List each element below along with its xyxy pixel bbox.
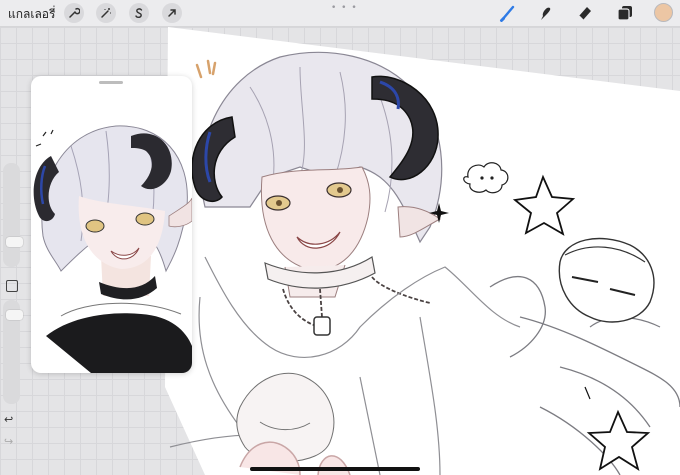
opacity-knob[interactable] [6, 310, 23, 320]
brush-size-slider[interactable] [3, 163, 23, 267]
smudge-icon[interactable] [536, 3, 556, 23]
drawing-canvas[interactable]: ↩ ↪ [0, 27, 680, 475]
undo-icon[interactable]: ↩ [4, 413, 13, 426]
eraser-icon[interactable] [575, 3, 595, 23]
top-toolbar: แกลเลอรี่ • • • [0, 0, 680, 27]
color-swatch[interactable] [654, 3, 673, 22]
selection-s-icon[interactable] [129, 3, 149, 23]
transform-arrow-icon[interactable] [162, 3, 182, 23]
toolbar-grip[interactable]: • • • [331, 3, 358, 13]
wrench-icon[interactable] [64, 3, 84, 23]
gallery-button[interactable]: แกลเลอรี่ [8, 5, 55, 24]
reference-window[interactable] [31, 76, 192, 373]
opacity-slider[interactable] [3, 300, 23, 404]
redo-icon[interactable]: ↪ [4, 435, 13, 448]
reference-window-handle[interactable] [99, 81, 123, 84]
modify-button[interactable] [6, 280, 18, 292]
brush-size-knob[interactable] [6, 237, 23, 247]
reference-image [33, 125, 192, 373]
left-sidebar: ↩ ↪ [0, 163, 24, 468]
layers-icon[interactable] [615, 3, 635, 23]
adjustments-wand-icon[interactable] [96, 3, 116, 23]
brush-icon[interactable] [498, 3, 518, 23]
